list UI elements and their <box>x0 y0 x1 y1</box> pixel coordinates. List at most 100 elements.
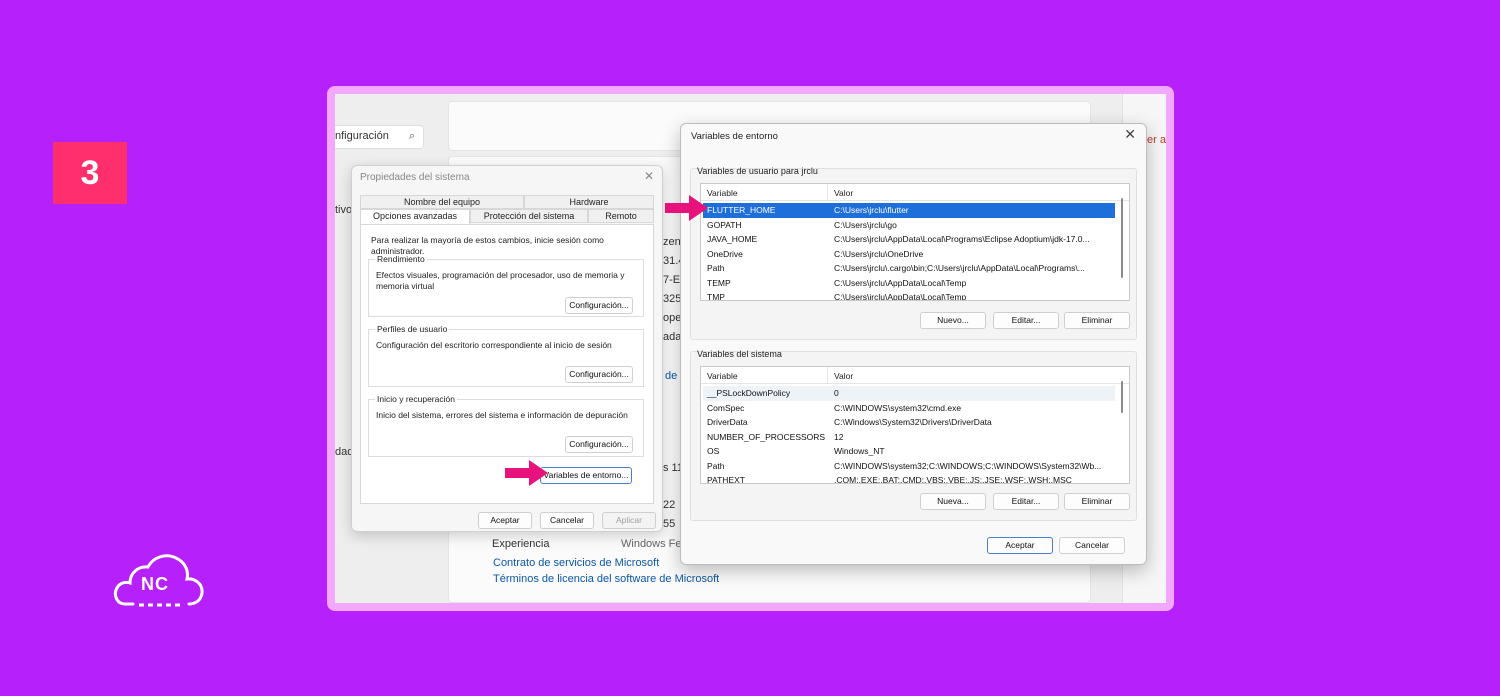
tab-label: Hardware <box>569 197 609 207</box>
table-row[interactable]: Path C:\Users\jrclu\.cargo\bin;C:\Users\j… <box>703 261 1115 276</box>
group-title: Rendimiento <box>375 254 427 264</box>
column-variable[interactable]: Variable <box>707 371 738 381</box>
user-profiles-group: Perfiles de usuario Configuración del es… <box>368 324 644 387</box>
tab-computer-name[interactable]: Nombre del equipo <box>360 195 524 209</box>
variable-name: DriverData <box>707 417 748 427</box>
group-text: Configuración del escritorio correspondi… <box>376 340 612 350</box>
search-text: nfiguración <box>335 130 389 142</box>
variable-name: JAVA_HOME <box>707 234 758 244</box>
nc-cloud-logo: NC <box>113 552 205 610</box>
partial-value: 22 <box>663 499 676 511</box>
table-row[interactable]: ComSpec C:\WINDOWS\system32\cmd.exe <box>703 401 1115 416</box>
ok-button[interactable]: Aceptar <box>987 537 1053 554</box>
close-icon[interactable]: ✕ <box>644 169 654 183</box>
system-delete-button[interactable]: Eliminar <box>1064 493 1130 510</box>
user-variables-section: Variables de usuario para jrclu Variable… <box>690 166 1137 340</box>
variable-name: TMP <box>707 292 725 301</box>
search-icon: ⌕ <box>408 130 415 142</box>
system-new-button[interactable]: Nueva... <box>920 493 986 510</box>
table-row[interactable]: PATHEXT .COM;.EXE;.BAT;.CMD;.VBS;.VBE;.JS… <box>703 473 1115 484</box>
table-row[interactable]: DriverData C:\Windows\System32\Drivers\Dr… <box>703 415 1115 430</box>
partial-value: 55 <box>663 518 676 530</box>
variable-value: 0 <box>834 388 839 398</box>
variable-value: 12 <box>834 431 844 442</box>
system-edit-button[interactable]: Editar... <box>993 493 1059 510</box>
user-edit-button[interactable]: Editar... <box>993 312 1059 329</box>
license-terms-link[interactable]: Términos de licencia del software de Mic… <box>493 573 719 585</box>
table-row[interactable]: OneDrive C:\Users\jrclu\OneDrive <box>703 247 1115 262</box>
ok-button[interactable]: Aceptar <box>478 512 532 529</box>
column-value[interactable]: Valor <box>834 188 853 198</box>
variable-name: FLUTTER_HOME <box>707 205 776 215</box>
step-badge: 3 <box>53 142 127 204</box>
variable-name: ComSpec <box>707 402 745 413</box>
dialog-title: Propiedades del sistema <box>360 172 470 183</box>
cancel-button[interactable]: Cancelar <box>540 512 594 529</box>
system-variables-list[interactable]: Variable Valor __PSLockDownPolicy 0 ComSpe… <box>700 366 1130 484</box>
group-text: Inicio del sistema, errores del sistema … <box>376 410 628 420</box>
right-partial-link[interactable]: er a <box>1147 134 1166 146</box>
tab-remote[interactable]: Remoto <box>588 209 654 223</box>
variable-value: C:\Users\jrclu\AppData\Local\Programs\Ec… <box>834 234 1090 244</box>
column-value[interactable]: Valor <box>834 371 853 381</box>
variable-value: C:\Users\jrclu\go <box>834 219 897 230</box>
variable-name: Path <box>707 460 725 471</box>
list-header: Variable Valor <box>701 184 1129 201</box>
logo-text: NC <box>141 574 169 594</box>
group-title: Inicio y recuperación <box>375 394 457 404</box>
tab-label: Opciones avanzadas <box>372 211 458 221</box>
scrollbar[interactable] <box>1121 198 1123 278</box>
startup-recovery-settings-button[interactable]: Configuración... <box>565 436 633 453</box>
user-variables-list[interactable]: Variable Valor FLUTTER_HOME C:\Users\jrcl… <box>700 183 1130 301</box>
performance-settings-button[interactable]: Configuración... <box>565 297 633 314</box>
table-row[interactable]: OS Windows_NT <box>703 444 1115 459</box>
tab-advanced[interactable]: Opciones avanzadas <box>360 209 470 225</box>
table-row[interactable]: TEMP C:\Users\jrclu\AppData\Local\Temp <box>703 276 1115 291</box>
scrollbar[interactable] <box>1121 381 1123 413</box>
tab-system-protection[interactable]: Protección del sistema <box>470 209 588 223</box>
table-row[interactable]: FLUTTER_HOME C:\Users\jrclu\flutter <box>703 203 1115 218</box>
variable-value: C:\WINDOWS\system32\cmd.exe <box>834 402 962 413</box>
list-header: Variable Valor <box>701 367 1129 384</box>
environment-variables-dialog: Variables de entorno ✕ Variables de usua… <box>680 123 1147 565</box>
dialog-title: Variables de entorno <box>691 131 778 142</box>
user-new-button[interactable]: Nuevo... <box>920 312 986 329</box>
variable-name: TEMP <box>707 277 731 288</box>
performance-group: Rendimiento Efectos visuales, programaci… <box>368 254 644 317</box>
variable-value: C:\Users\jrclu\AppData\Local\Temp <box>834 277 967 288</box>
table-row[interactable]: JAVA_HOME C:\Users\jrclu\AppData\Local\Pr… <box>703 232 1115 247</box>
column-divider <box>827 367 828 384</box>
partial-link[interactable]: de <box>665 370 677 382</box>
tab-hardware[interactable]: Hardware <box>524 195 654 209</box>
variable-name: NUMBER_OF_PROCESSORS <box>707 431 826 442</box>
table-row[interactable]: __PSLockDownPolicy 0 <box>703 386 1115 401</box>
table-row[interactable]: TMP C:\Users\jrclu\AppData\Local\Temp <box>703 290 1115 301</box>
variable-value: C:\WINDOWS\system32;C:\WINDOWS;C:\WINDOW… <box>834 460 1102 471</box>
variable-value: C:\Users\jrclu\.cargo\bin;C:\Users\jrclu… <box>834 263 1085 273</box>
close-icon[interactable]: ✕ <box>1124 126 1136 143</box>
tab-label: Remoto <box>605 211 637 221</box>
pointer-arrow-icon <box>665 195 708 221</box>
experience-label: Experiencia <box>492 538 550 550</box>
environment-variables-button[interactable]: Variables de entorno... <box>540 467 632 484</box>
variable-name: Path <box>707 263 725 273</box>
column-variable[interactable]: Variable <box>707 188 738 198</box>
group-text: Efectos visuales, programación del proce… <box>376 270 625 291</box>
user-profiles-settings-button[interactable]: Configuración... <box>565 366 633 383</box>
variable-value: Windows_NT <box>834 446 885 456</box>
variable-name: OS <box>707 446 720 456</box>
table-row[interactable]: Path C:\WINDOWS\system32;C:\WINDOWS;C:\WI… <box>703 459 1115 474</box>
table-row[interactable]: GOPATH C:\Users\jrclu\go <box>703 218 1115 233</box>
variable-name: __PSLockDownPolicy <box>707 388 791 398</box>
tab-label: Nombre del equipo <box>403 197 481 207</box>
column-divider <box>827 184 828 201</box>
settings-search-input[interactable]: nfiguración ⌕ <box>335 125 424 149</box>
group-title: Perfiles de usuario <box>375 324 450 334</box>
variable-name: PATHEXT <box>707 475 745 484</box>
user-delete-button[interactable]: Eliminar <box>1064 312 1130 329</box>
table-row[interactable]: NUMBER_OF_PROCESSORS 12 <box>703 430 1115 445</box>
services-agreement-link[interactable]: Contrato de servicios de Microsoft <box>493 557 659 569</box>
variable-name: GOPATH <box>707 219 742 230</box>
variable-value: C:\Users\jrclu\OneDrive <box>834 248 924 259</box>
cancel-button[interactable]: Cancelar <box>1059 537 1125 554</box>
